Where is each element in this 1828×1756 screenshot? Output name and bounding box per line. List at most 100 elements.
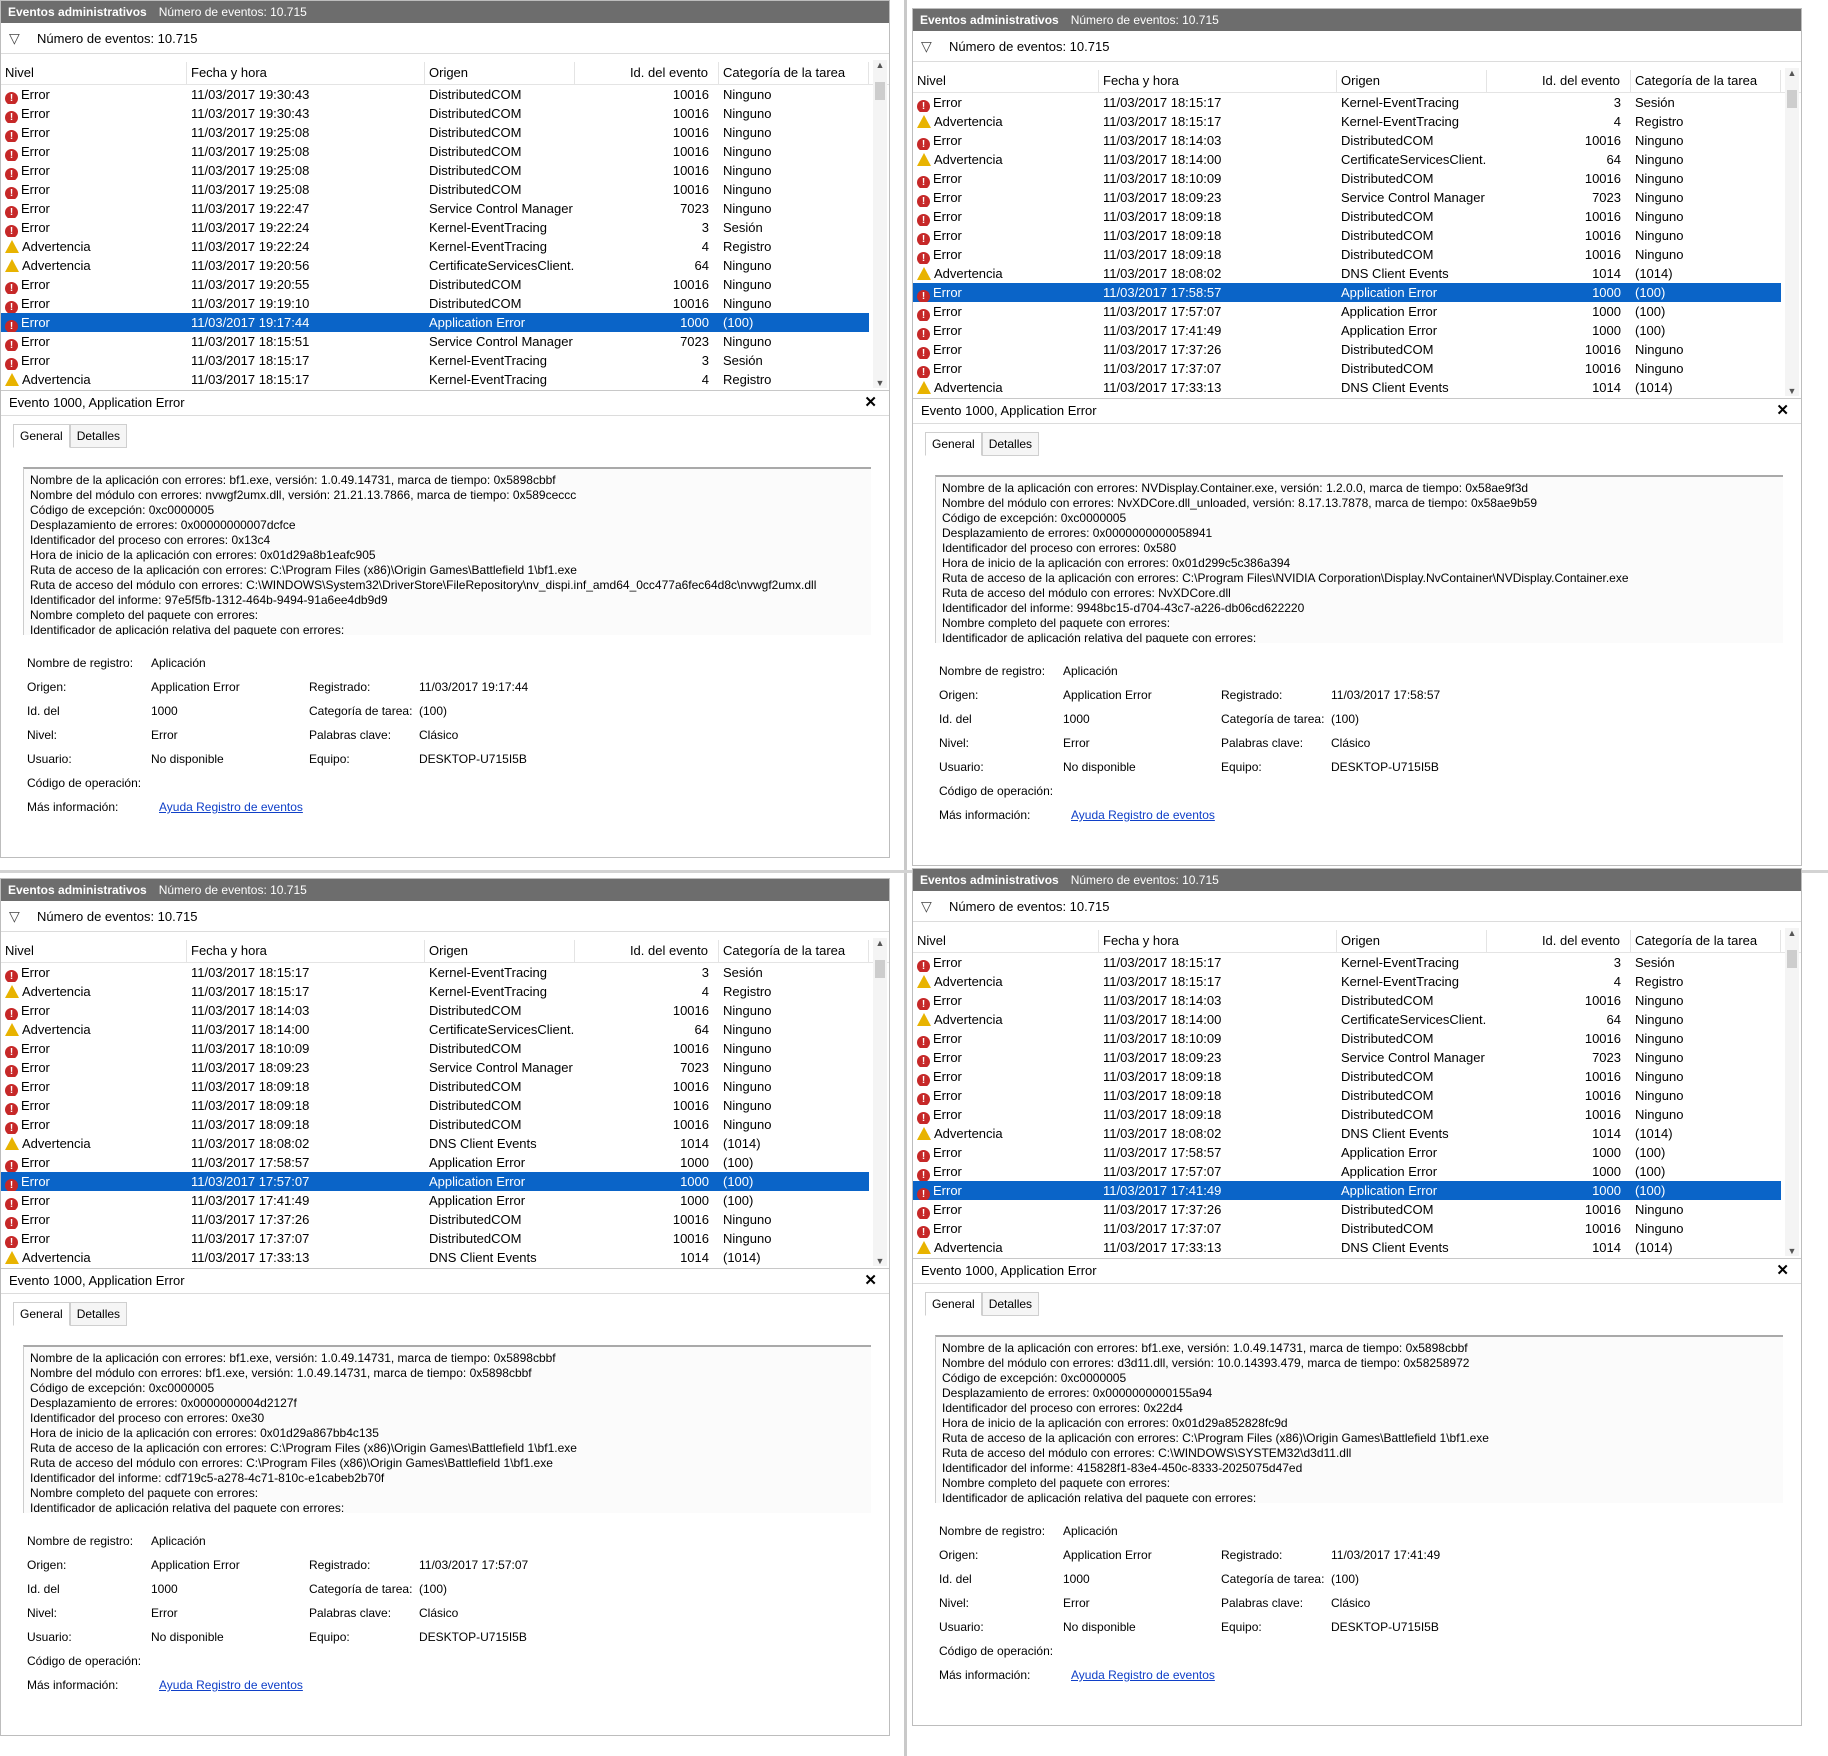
table-row[interactable]: !Error11/03/2017 17:32:27DistributedCOM1… — [1, 1267, 869, 1268]
table-row[interactable]: ! Error 11/03/2017 19:17:44 Application Err… — [1, 313, 869, 332]
table-row[interactable]: ! Error 11/03/2017 17:57:07 Application Err… — [1, 1172, 869, 1191]
scroll-down-arrow-icon[interactable]: ▼ — [1785, 386, 1799, 396]
table-row[interactable]: Advertencia 11/03/2017 19:20:56 Certificat… — [1, 256, 869, 275]
table-row[interactable]: !Error11/03/2017 18:14:03DistributedCOM1… — [1, 389, 869, 390]
table-row[interactable]: ! Error 11/03/2017 19:25:08 DistributedCOM 1… — [1, 161, 869, 180]
table-row[interactable]: Advertencia 11/03/2017 18:15:17 Kernel-Eve… — [1, 982, 869, 1001]
tab-general[interactable]: General — [13, 1302, 70, 1326]
column-origen[interactable]: Origen — [1337, 70, 1487, 92]
filter-icon[interactable]: ▽ — [9, 23, 37, 53]
tab-details[interactable]: Detalles — [981, 432, 1040, 456]
tab-general[interactable]: General — [925, 1292, 982, 1316]
tab-general[interactable]: General — [925, 432, 982, 456]
scroll-thumb[interactable] — [1787, 90, 1797, 108]
table-row[interactable]: Advertencia 11/03/2017 18:14:00 Certificat… — [1, 1020, 869, 1039]
table-row[interactable]: ! Error 11/03/2017 17:37:07 DistributedCOM 1… — [1, 1229, 869, 1248]
column-categoria[interactable]: Categoría de la tarea — [719, 62, 869, 84]
table-row[interactable]: ! Error 11/03/2017 18:09:18 DistributedCOM 1… — [913, 1086, 1781, 1105]
column-origen[interactable]: Origen — [1337, 930, 1487, 952]
table-row[interactable]: ! Error 11/03/2017 17:37:07 DistributedCOM 1… — [913, 359, 1781, 378]
table-row[interactable]: ! Error 11/03/2017 19:25:08 DistributedCOM 1… — [1, 180, 869, 199]
table-row[interactable]: ! Error 11/03/2017 18:09:18 DistributedCOM 1… — [913, 226, 1781, 245]
table-row[interactable]: ! Error 11/03/2017 17:58:57 Application Err… — [1, 1153, 869, 1172]
table-row[interactable]: ! Error 11/03/2017 19:22:47 Service Control… — [1, 199, 869, 218]
table-row[interactable]: Advertencia 11/03/2017 17:33:13 DNS Client… — [913, 378, 1781, 397]
tab-details[interactable]: Detalles — [69, 424, 128, 448]
column-categoria[interactable]: Categoría de la tarea — [1631, 70, 1781, 92]
close-icon[interactable]: ✕ — [1776, 1259, 1789, 1283]
scroll-down-arrow-icon[interactable]: ▼ — [873, 378, 887, 388]
scroll-up-arrow-icon[interactable]: ▲ — [1785, 68, 1799, 78]
table-row[interactable]: Advertencia 11/03/2017 18:08:02 DNS Client… — [913, 1124, 1781, 1143]
table-row[interactable]: ! Error 11/03/2017 17:58:57 Application Err… — [913, 283, 1781, 302]
scroll-up-arrow-icon[interactable]: ▲ — [873, 938, 887, 948]
table-row[interactable]: ! Error 11/03/2017 18:15:17 Kernel-EventTra… — [913, 93, 1781, 112]
table-row[interactable]: ! Error 11/03/2017 18:09:18 DistributedCOM 1… — [1, 1096, 869, 1115]
table-row[interactable]: !Error11/03/2017 18:14:03DistributedCOM1… — [913, 991, 1781, 1010]
table-row[interactable]: ! Error 11/03/2017 18:10:09 DistributedCOM 1… — [1, 1039, 869, 1058]
column-nivel[interactable]: Nivel — [1, 62, 187, 84]
table-row[interactable]: !Error11/03/2017 18:14:03DistributedCOM1… — [913, 131, 1781, 150]
table-row[interactable]: !Error11/03/2017 17:32:27DistributedCOM1… — [913, 397, 1781, 398]
table-row[interactable]: Advertencia 11/03/2017 17:33:13 DNS Client… — [1, 1248, 869, 1267]
vertical-scrollbar[interactable]: ▲ ▼ — [873, 938, 887, 1266]
table-row[interactable]: Advertencia 11/03/2017 18:14:00 Certificat… — [913, 150, 1781, 169]
filter-icon[interactable]: ▽ — [921, 31, 949, 61]
table-row[interactable]: ! Error 11/03/2017 19:22:24 Kernel-EventTra… — [1, 218, 869, 237]
table-row[interactable]: Advertencia 11/03/2017 19:22:24 Kernel-Eve… — [1, 237, 869, 256]
close-icon[interactable]: ✕ — [1776, 399, 1789, 423]
scroll-thumb[interactable] — [1787, 950, 1797, 968]
table-row[interactable]: ! Error 11/03/2017 17:37:26 DistributedCOM 1… — [1, 1210, 869, 1229]
table-row[interactable]: ! Error 11/03/2017 17:41:49 Application Err… — [913, 1181, 1781, 1200]
column-origen[interactable]: Origen — [425, 62, 575, 84]
column-id-evento[interactable]: Id. del evento — [575, 62, 719, 84]
column-fecha-hora[interactable]: Fecha y hora — [187, 940, 425, 962]
table-row[interactable]: !Error11/03/2017 18:14:03DistributedCOM1… — [1, 1001, 869, 1020]
table-row[interactable]: ! Error 11/03/2017 19:30:43 DistributedCOM 1… — [1, 85, 869, 104]
table-row[interactable]: ! Error 11/03/2017 18:09:23 Service Control… — [913, 188, 1781, 207]
scroll-thumb[interactable] — [875, 82, 885, 100]
scroll-down-arrow-icon[interactable]: ▼ — [1785, 1246, 1799, 1256]
table-row[interactable]: Advertencia 11/03/2017 18:08:02 DNS Client… — [913, 264, 1781, 283]
table-row[interactable]: ! Error 11/03/2017 18:09:18 DistributedCOM 1… — [1, 1077, 869, 1096]
table-row[interactable]: Advertencia 11/03/2017 18:14:00 Certificat… — [913, 1010, 1781, 1029]
filter-icon[interactable]: ▽ — [921, 891, 949, 921]
column-categoria[interactable]: Categoría de la tarea — [719, 940, 869, 962]
column-categoria[interactable]: Categoría de la tarea — [1631, 930, 1781, 952]
table-row[interactable]: ! Error 11/03/2017 18:15:17 Kernel-EventTra… — [1, 351, 869, 370]
table-row[interactable]: !Error11/03/2017 17:32:27DistributedCOM1… — [913, 1257, 1781, 1258]
table-row[interactable]: ! Error 11/03/2017 17:37:26 DistributedCOM 1… — [913, 1200, 1781, 1219]
vertical-scrollbar[interactable]: ▲ ▼ — [1785, 68, 1799, 396]
column-fecha-hora[interactable]: Fecha y hora — [1099, 930, 1337, 952]
table-row[interactable]: ! Error 11/03/2017 19:25:08 DistributedCOM 1… — [1, 123, 869, 142]
table-row[interactable]: ! Error 11/03/2017 18:09:23 Service Control… — [913, 1048, 1781, 1067]
scroll-down-arrow-icon[interactable]: ▼ — [873, 1256, 887, 1266]
table-row[interactable]: ! Error 11/03/2017 18:09:23 Service Control… — [1, 1058, 869, 1077]
scroll-up-arrow-icon[interactable]: ▲ — [1785, 928, 1799, 938]
table-row[interactable]: ! Error 11/03/2017 17:58:57 Application Err… — [913, 1143, 1781, 1162]
tab-general[interactable]: General — [13, 424, 70, 448]
table-row[interactable]: ! Error 11/03/2017 18:09:18 DistributedCOM 1… — [913, 1067, 1781, 1086]
table-row[interactable]: Advertencia 11/03/2017 18:08:02 DNS Client… — [1, 1134, 869, 1153]
table-row[interactable]: ! Error 11/03/2017 19:30:43 DistributedCOM 1… — [1, 104, 869, 123]
column-fecha-hora[interactable]: Fecha y hora — [1099, 70, 1337, 92]
scroll-thumb[interactable] — [875, 960, 885, 978]
event-log-help-link[interactable]: Ayuda Registro de eventos — [159, 795, 303, 819]
column-id-evento[interactable]: Id. del evento — [1487, 70, 1631, 92]
table-row[interactable]: ! Error 11/03/2017 17:41:49 Application Err… — [1, 1191, 869, 1210]
table-row[interactable]: ! Error 11/03/2017 18:10:09 DistributedCOM 1… — [913, 169, 1781, 188]
column-nivel[interactable]: Nivel — [913, 70, 1099, 92]
vertical-scrollbar[interactable]: ▲ ▼ — [1785, 928, 1799, 1256]
tab-details[interactable]: Detalles — [69, 1302, 128, 1326]
scroll-up-arrow-icon[interactable]: ▲ — [873, 60, 887, 70]
table-row[interactable]: ! Error 11/03/2017 18:09:18 DistributedCOM 1… — [1, 1115, 869, 1134]
table-row[interactable]: ! Error 11/03/2017 17:37:07 DistributedCOM 1… — [913, 1219, 1781, 1238]
column-fecha-hora[interactable]: Fecha y hora — [187, 62, 425, 84]
table-row[interactable]: ! Error 11/03/2017 18:15:51 Service Control… — [1, 332, 869, 351]
table-row[interactable]: ! Error 11/03/2017 19:19:10 DistributedCOM 1… — [1, 294, 869, 313]
column-id-evento[interactable]: Id. del evento — [1487, 930, 1631, 952]
event-log-help-link[interactable]: Ayuda Registro de eventos — [1071, 803, 1215, 827]
table-row[interactable]: ! Error 11/03/2017 18:09:18 DistributedCOM 1… — [913, 1105, 1781, 1124]
close-icon[interactable]: ✕ — [864, 391, 877, 415]
table-row[interactable]: Advertencia 11/03/2017 18:15:17 Kernel-Eve… — [1, 370, 869, 389]
